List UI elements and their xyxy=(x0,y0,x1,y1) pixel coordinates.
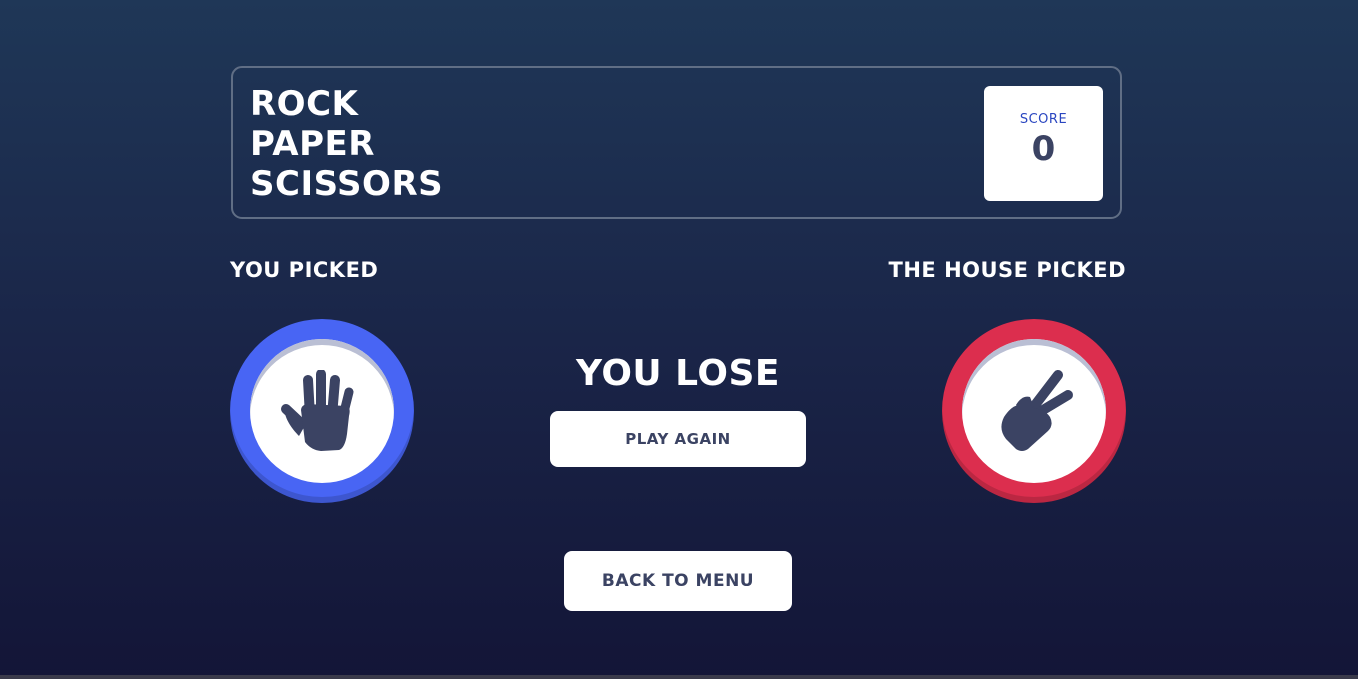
player-paper-token xyxy=(230,319,414,503)
title-line-paper: PAPER xyxy=(250,124,375,164)
back-to-menu-button[interactable]: BACK TO MENU xyxy=(564,551,792,611)
hand-scissors-icon xyxy=(1001,370,1073,451)
score-value: 0 xyxy=(1031,129,1056,169)
title-line-rock: ROCK xyxy=(250,84,359,124)
result-text: YOU LOSE xyxy=(576,353,780,394)
score-label: SCORE xyxy=(1019,112,1068,127)
score-box: SCORE 0 xyxy=(984,86,1103,201)
house-scissors-token xyxy=(942,319,1126,503)
house-picked-label: THE HOUSE PICKED xyxy=(888,258,1126,282)
header-box: ROCK PAPER SCISSORS SCORE 0 xyxy=(231,66,1122,219)
you-picked-label: YOU PICKED xyxy=(230,258,379,282)
bottom-border xyxy=(0,675,1358,679)
game-title: ROCK PAPER SCISSORS xyxy=(250,84,443,204)
house-token-face xyxy=(962,339,1106,483)
hand-paper-icon xyxy=(281,370,354,451)
play-again-button[interactable]: PLAY AGAIN xyxy=(550,411,806,467)
title-line-scissors: SCISSORS xyxy=(250,164,444,204)
player-token-face xyxy=(250,339,394,483)
